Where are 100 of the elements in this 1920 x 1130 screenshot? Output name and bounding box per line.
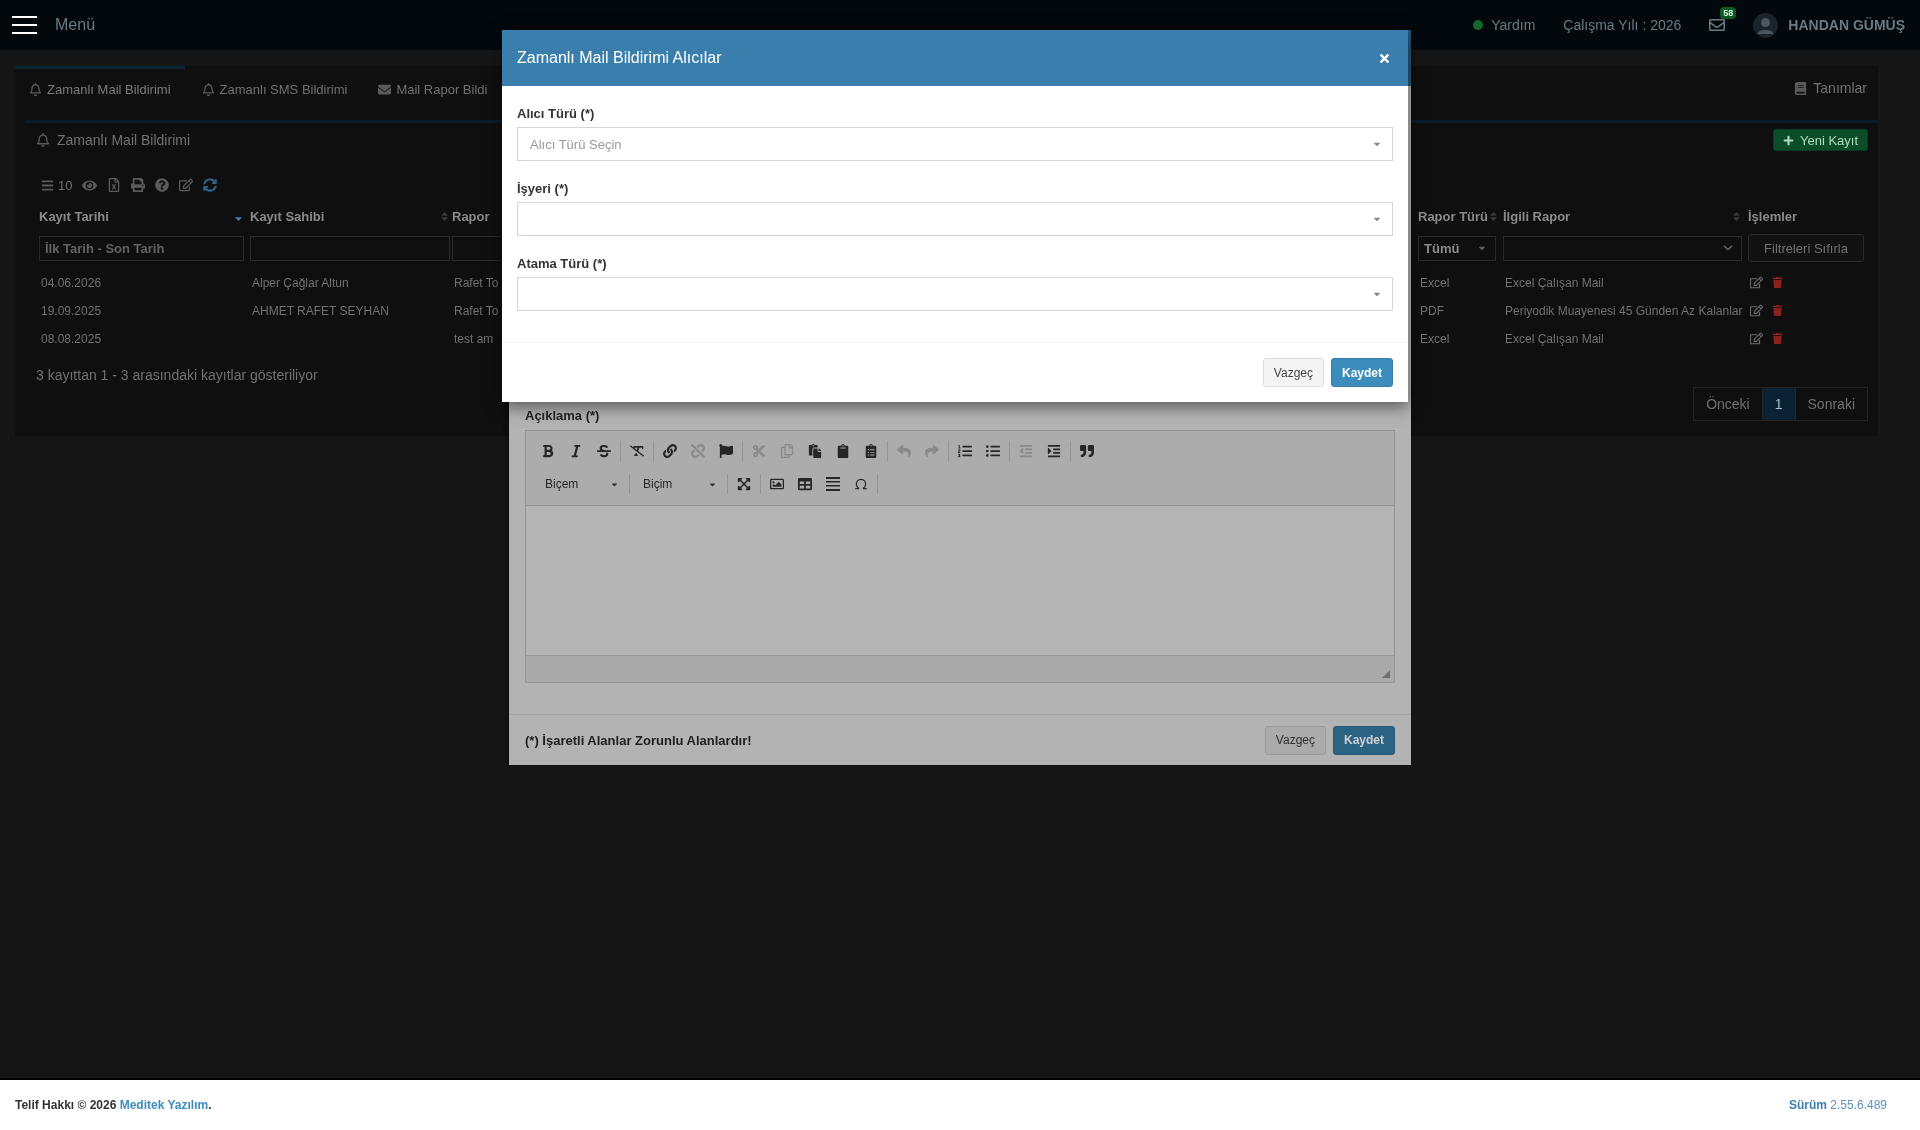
field-label: Alıcı Türü (*) bbox=[517, 106, 595, 122]
column-header[interactable]: Kayıt Sahibi bbox=[250, 208, 325, 224]
bell-icon bbox=[36, 133, 50, 147]
cancel-button[interactable]: Vazgeç bbox=[1262, 358, 1324, 387]
trash-icon[interactable] bbox=[1772, 332, 1783, 344]
report-type-text: PDF bbox=[1419, 304, 1444, 318]
copyright-text: Telif Hakkı © 2026 Meditek Yazılım. bbox=[15, 1098, 212, 1112]
omega-icon[interactable] bbox=[854, 477, 868, 491]
help-icon[interactable] bbox=[155, 178, 170, 192]
report-name: Rafet To bbox=[453, 304, 499, 318]
version-text: Sürüm 2.55.6.489 bbox=[1788, 1098, 1887, 1112]
clipboard-list-icon[interactable] bbox=[864, 444, 878, 458]
avatar-icon[interactable] bbox=[1753, 12, 1779, 38]
numbered-list-icon[interactable] bbox=[958, 444, 972, 458]
style-dropdown[interactable]: Biçem bbox=[534, 472, 627, 496]
status-dot-icon bbox=[1473, 20, 1484, 30]
close-icon[interactable] bbox=[1378, 51, 1391, 65]
flag-icon[interactable] bbox=[719, 444, 733, 458]
strikethrough-icon[interactable] bbox=[597, 444, 611, 458]
list-icon bbox=[41, 178, 54, 192]
required-note: (*) İşaretli Alanlar Zorunlu Alanlardır! bbox=[525, 732, 752, 748]
page-link[interactable]: 1 bbox=[1761, 387, 1796, 421]
bullet-list-icon[interactable] bbox=[986, 444, 1000, 458]
filter-select[interactable]: Tümü bbox=[1418, 235, 1496, 261]
report-name: test am bbox=[453, 332, 494, 346]
date-text: 04.06.2026 bbox=[40, 276, 102, 290]
indent-icon[interactable] bbox=[1047, 444, 1061, 458]
book-icon bbox=[1794, 81, 1808, 95]
related-report-name: Excel Çalışan Mail bbox=[1504, 332, 1604, 346]
report-type-text: Excel bbox=[1419, 276, 1450, 290]
clear-format-icon[interactable] bbox=[630, 444, 644, 458]
save-button[interactable]: Kaydet bbox=[1331, 358, 1393, 387]
related-report-name: Periyodik Muayenesi 45 Günden Az Kalanlar bbox=[1504, 304, 1743, 318]
print-icon[interactable] bbox=[131, 178, 146, 192]
new-record-button[interactable]: Yeni Kayıt bbox=[1772, 129, 1868, 151]
column-header: Rapor bbox=[452, 208, 490, 224]
select-field[interactable] bbox=[517, 202, 1393, 236]
link-icon[interactable] bbox=[663, 444, 677, 458]
next-page-link[interactable]: Sonraki bbox=[1794, 387, 1868, 421]
definitions-link[interactable]: Tanımlar bbox=[1783, 66, 1878, 120]
date-text: 19.09.2025 bbox=[40, 304, 102, 318]
envelope-icon bbox=[378, 83, 392, 96]
clipboard-icon[interactable] bbox=[808, 444, 822, 458]
column-header[interactable]: İlgili Rapor bbox=[1503, 208, 1571, 224]
menu-icon[interactable] bbox=[12, 16, 37, 34]
spreadsheet-file-icon[interactable] bbox=[107, 178, 122, 192]
bold-icon[interactable] bbox=[541, 444, 555, 458]
owner-name: AHMET RAFET SEYHAN bbox=[251, 304, 389, 318]
field-label: Açıklama (*) bbox=[525, 408, 600, 424]
tab[interactable]: Zamanlı SMS Bildirimi bbox=[187, 66, 362, 120]
filter-field[interactable]: İlk Tarih - Son Tarih bbox=[39, 235, 244, 261]
format-dropdown[interactable]: Biçim bbox=[632, 472, 725, 496]
edit-icon[interactable] bbox=[1750, 303, 1763, 317]
refresh-icon[interactable] bbox=[203, 178, 218, 192]
count-badge: 58 bbox=[1720, 7, 1737, 19]
bell-icon bbox=[29, 83, 42, 96]
chevron-icon bbox=[1723, 243, 1733, 253]
column-header: İşlemler bbox=[1748, 208, 1798, 224]
user-name[interactable]: HANDAN GÜMÜŞ bbox=[1788, 17, 1905, 33]
image-icon[interactable] bbox=[770, 477, 784, 491]
dialog-title: Zamanlı Mail Bildirimi Alıcılar bbox=[517, 49, 722, 67]
tab[interactable]: Zamanlı Mail Bildirimi bbox=[15, 66, 185, 120]
resize-grip-icon[interactable] bbox=[1382, 670, 1390, 678]
select-field[interactable] bbox=[517, 277, 1393, 311]
records-info: 3 kayıttan 1 - 3 arasındaki kayıtlar gösteriliyor bbox=[36, 367, 318, 383]
select-field[interactable]: Alıcı Türü Seçin bbox=[517, 127, 1393, 161]
save-button[interactable]: Kaydet bbox=[1333, 725, 1395, 755]
table-icon[interactable] bbox=[798, 477, 812, 491]
reset-filters-button[interactable]: Filtreleri Sıfırla bbox=[1748, 234, 1864, 262]
related-report-name: Excel Çalışan Mail bbox=[1504, 276, 1604, 290]
italic-icon[interactable] bbox=[569, 444, 583, 458]
plus-icon bbox=[1782, 134, 1794, 146]
report-name: Rafet To bbox=[453, 276, 499, 290]
trash-icon[interactable] bbox=[1772, 276, 1783, 288]
help-link[interactable]: Yardım bbox=[1491, 17, 1536, 33]
column-header[interactable]: Rapor Türü bbox=[1418, 208, 1489, 224]
field-label: İşyeri (*) bbox=[517, 181, 569, 197]
page-length-button[interactable]: 10 bbox=[41, 177, 73, 193]
owner-name: Alper Çağlar Altun bbox=[251, 276, 349, 290]
work-year-text: Çalışma Yılı : 2026 bbox=[1563, 17, 1682, 33]
cancel-button[interactable]: Vazgeç bbox=[1264, 725, 1326, 755]
edit-icon[interactable] bbox=[179, 178, 194, 192]
bell-icon bbox=[201, 83, 215, 96]
expand-icon[interactable] bbox=[737, 477, 751, 491]
quote-icon[interactable] bbox=[1080, 444, 1094, 458]
horizontal-line-icon[interactable] bbox=[826, 477, 840, 491]
panel-title: Zamanlı Mail Bildirimi bbox=[57, 132, 191, 148]
edit-icon[interactable] bbox=[1750, 275, 1763, 289]
trash-icon[interactable] bbox=[1772, 304, 1783, 316]
column-header[interactable]: Kayıt Tarihi bbox=[39, 208, 109, 224]
mail-icon[interactable] bbox=[1709, 17, 1726, 33]
date-text: 08.08.2025 bbox=[40, 332, 102, 346]
edit-icon[interactable] bbox=[1750, 331, 1763, 345]
field-label: Atama Türü (*) bbox=[517, 256, 607, 272]
filter-field[interactable] bbox=[452, 235, 504, 261]
filter-field[interactable] bbox=[250, 235, 450, 261]
menu-label[interactable]: Menü bbox=[55, 16, 96, 34]
clipboard-icon[interactable] bbox=[836, 444, 850, 458]
tab[interactable]: Mail Rapor Bildi bbox=[364, 66, 502, 120]
report-type-text: Excel bbox=[1419, 332, 1450, 346]
